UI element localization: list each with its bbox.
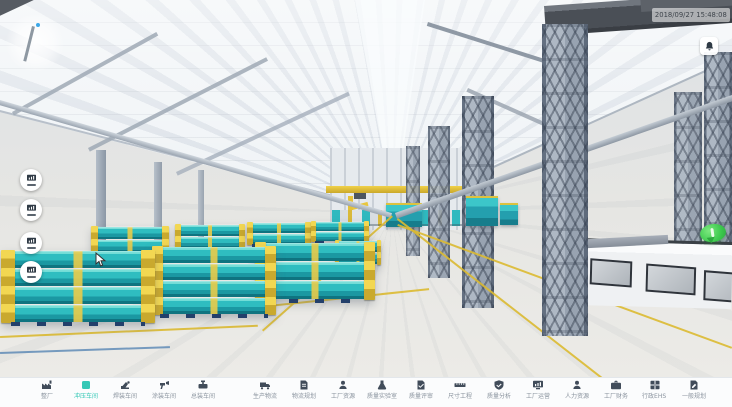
machine-unit	[466, 196, 498, 226]
toolbar-item-label: 工厂财务	[604, 391, 628, 400]
module-quality-analysis[interactable]: 质量分析	[480, 380, 517, 406]
machine-stack	[2, 250, 154, 322]
doc-audit-icon	[415, 380, 427, 391]
monitor-icon	[532, 380, 544, 391]
toolbar-item-label: 生产物流	[253, 391, 277, 400]
bell-icon	[704, 37, 715, 56]
module-factory-operations[interactable]: 工厂运营	[519, 380, 556, 406]
lattice-column	[704, 52, 732, 252]
toolbar-item-label: 焊装车间	[113, 391, 137, 400]
module-human-resources[interactable]: 人力资源	[558, 380, 595, 406]
truck-icon	[259, 380, 271, 391]
timestamp-chip: 2018/09/27 15:48:08	[652, 8, 730, 22]
spray-icon	[158, 380, 170, 391]
kpi-chart-icon	[26, 204, 37, 213]
toolbar-item-label: 一般规划	[682, 391, 706, 400]
tab-welding-shop[interactable]: 焊装车间	[106, 380, 143, 406]
grid-icon	[649, 380, 661, 391]
bell-button[interactable]	[700, 37, 718, 55]
module-factory-resources[interactable]: 工厂资源	[324, 380, 361, 406]
kpi-chart-icon	[26, 237, 37, 246]
workshop-tabs: 整厂 冲压车间 焊装车间 涂装车间 总装车间	[28, 380, 221, 406]
toolbar-item-label: 行政EHS	[642, 391, 666, 400]
kpi-chart-icon	[26, 266, 37, 275]
timestamp-text: 2018/09/27 15:48:08	[655, 11, 727, 18]
toolbar-item-label: 总装车间	[191, 391, 215, 400]
module-quality-lab[interactable]: 质量实验室	[363, 380, 400, 406]
3d-viewport[interactable]: 2018/09/27 15:48:08	[0, 0, 732, 377]
toolbar-item-label: 涂装车间	[152, 391, 176, 400]
doc-plan-icon	[298, 380, 310, 391]
machine-stack	[176, 224, 244, 248]
mouse-cursor	[95, 252, 107, 272]
lab-icon	[376, 380, 388, 391]
module-buttons: 生产物流 物流规划 工厂资源 质量实验室 质量评审 尺寸工程 质量分析 工厂运营…	[246, 380, 712, 406]
press-icon	[80, 380, 92, 391]
person-icon	[571, 380, 583, 391]
weld-icon	[119, 380, 131, 391]
cabinet-window	[703, 270, 732, 303]
ruler-icon	[454, 380, 466, 391]
machine-unit	[500, 203, 518, 225]
machine-kpi-button-4[interactable]	[20, 261, 42, 283]
main-lattice-column	[542, 24, 588, 336]
crane-trolley	[354, 193, 366, 199]
machine-kpi-button-2[interactable]	[20, 199, 42, 221]
machine-stack	[153, 246, 275, 314]
bottom-toolbar: 整厂 冲压车间 焊装车间 涂装车间 总装车间 生产物流 物流规划 工厂资源 质量…	[0, 377, 732, 407]
lattice-column	[406, 146, 420, 256]
toolbar-item-label: 工厂运营	[526, 391, 550, 400]
cabinet-window	[590, 258, 633, 287]
compass-gizmo	[6, 14, 64, 72]
module-general-planning[interactable]: 一般规划	[675, 380, 712, 406]
machine-stack	[248, 222, 310, 244]
shield-icon	[493, 380, 505, 391]
module-quality-review[interactable]: 质量评审	[402, 380, 439, 406]
module-production-logistics[interactable]: 生产物流	[246, 380, 283, 406]
pole-tip	[36, 23, 40, 27]
module-dimensional-engineering[interactable]: 尺寸工程	[441, 380, 478, 406]
toolbar-item-label: 物流规划	[292, 391, 316, 400]
toolbar-item-label: 人力资源	[565, 391, 589, 400]
tab-final-assembly-shop[interactable]: 总装车间	[184, 380, 221, 406]
toolbar-item-label: 质量实验室	[367, 391, 397, 400]
tab-whole-plant[interactable]: 整厂	[28, 380, 65, 406]
machine-kpi-button-1[interactable]	[20, 169, 42, 191]
module-factory-finance[interactable]: 工厂财务	[597, 380, 634, 406]
pole	[23, 26, 35, 62]
cabinet-window	[646, 263, 697, 295]
digital-factory-app: 2018/09/27 15:48:08 整厂 冲压车间 焊装车间 涂装车间 总装…	[0, 0, 732, 407]
module-admin-ehs[interactable]: 行政EHS	[636, 380, 673, 406]
assembly-icon	[197, 380, 209, 391]
toolbar-item-label: 冲压车间	[74, 391, 98, 400]
person-icon	[337, 380, 349, 391]
machine-stack	[312, 221, 368, 241]
machine-kpi-button-3[interactable]	[20, 232, 42, 254]
module-logistics-planning[interactable]: 物流规划	[285, 380, 322, 406]
briefcase-icon	[610, 380, 622, 391]
toolbar-item-label: 质量分析	[487, 391, 511, 400]
control-cabinet	[575, 238, 732, 309]
kpi-chart-icon	[26, 174, 37, 183]
factory-icon	[41, 380, 53, 391]
doc-edit-icon	[688, 380, 700, 391]
toolbar-item-label: 质量评审	[409, 391, 433, 400]
toolbar-item-label: 尺寸工程	[448, 391, 472, 400]
toolbar-item-label: 整厂	[41, 391, 53, 400]
tab-stamping-shop[interactable]: 冲压车间	[67, 380, 104, 406]
tab-painting-shop[interactable]: 涂装车间	[145, 380, 182, 406]
toolbar-item-label: 工厂资源	[331, 391, 355, 400]
